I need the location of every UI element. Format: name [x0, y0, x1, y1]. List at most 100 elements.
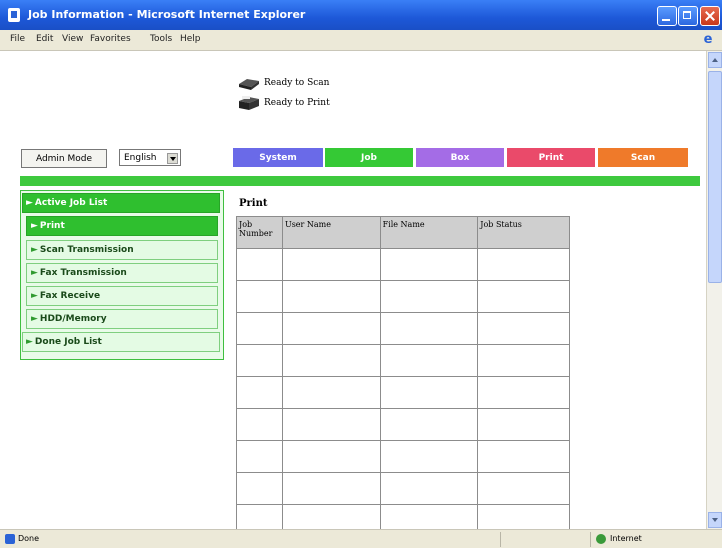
sidebar-item-label: HDD/Memory: [39, 314, 107, 324]
table-cell: [379, 312, 479, 345]
table-cell: [281, 472, 381, 505]
sidebar-item-scan-transmission[interactable]: ► Scan Transmission: [26, 240, 218, 260]
table-cell: [379, 248, 479, 281]
table-cell: [281, 440, 381, 473]
sidebar-item-done-job-list[interactable]: ► Done Job List: [22, 332, 220, 352]
menu-help[interactable]: Help: [180, 34, 201, 44]
sidebar-item-label: Print: [39, 221, 65, 231]
menu-view[interactable]: View: [62, 34, 83, 44]
status-divider: [590, 532, 591, 547]
sidebar-item-label: Fax Receive: [39, 291, 101, 301]
triangle-right-icon: ►: [31, 268, 38, 278]
browser-page-icon: [8, 8, 20, 22]
column-header-job-number: Job Number: [236, 216, 283, 249]
job-table-body: [236, 248, 570, 548]
table-cell: [477, 440, 570, 473]
sidebar-item-label: Scan Transmission: [39, 245, 134, 255]
internet-zone-icon: [596, 534, 606, 544]
language-select-value: English: [124, 152, 157, 163]
table-row: [236, 472, 570, 505]
scanner-status: Ready to Scan: [237, 74, 329, 92]
scroll-up-icon[interactable]: [708, 52, 722, 68]
printer-status-text: Ready to Print: [264, 98, 330, 108]
sidebar-item-label: Fax Transmission: [39, 268, 127, 278]
table-cell: [379, 376, 479, 409]
triangle-right-icon: ►: [31, 314, 38, 324]
table-cell: [477, 376, 570, 409]
menu-tools[interactable]: Tools: [150, 34, 172, 44]
tab-job[interactable]: Job: [325, 148, 413, 167]
status-text: Done: [18, 534, 40, 543]
menu-file[interactable]: File: [10, 34, 25, 44]
menu-edit[interactable]: Edit: [36, 34, 53, 44]
table-cell: [281, 344, 381, 377]
tab-scan[interactable]: Scan: [598, 148, 688, 167]
table-cell: [379, 440, 479, 473]
triangle-right-icon: ►: [31, 221, 38, 231]
table-cell: [236, 312, 283, 345]
tab-print[interactable]: Print: [507, 148, 595, 167]
table-cell: [281, 280, 381, 313]
table-cell: [236, 248, 283, 281]
table-cell: [236, 408, 283, 441]
triangle-right-icon: ►: [31, 291, 38, 301]
printer-icon: [239, 96, 259, 110]
minimize-button[interactable]: [657, 6, 677, 26]
table-header-row: Job Number User Name File Name Job Statu…: [236, 216, 570, 249]
table-cell: [236, 472, 283, 505]
title-bar: Job Information - Microsoft Internet Exp…: [0, 0, 722, 30]
language-select[interactable]: English: [119, 149, 181, 166]
menu-bar: File Edit View Favorites Tools Help e: [0, 30, 722, 51]
scrollbar-thumb[interactable]: [708, 71, 722, 283]
close-button[interactable]: [700, 6, 720, 26]
menu-favorites[interactable]: Favorites: [90, 34, 131, 44]
table-row: [236, 408, 570, 441]
maximize-button[interactable]: [678, 6, 698, 26]
table-cell: [477, 280, 570, 313]
section-divider-bar: [20, 176, 700, 186]
table-cell: [379, 344, 479, 377]
sidebar-item-fax-transmission[interactable]: ► Fax Transmission: [26, 263, 218, 283]
table-cell: [477, 408, 570, 441]
sidebar-item-hdd-memory[interactable]: ► HDD/Memory: [26, 309, 218, 329]
table-cell: [477, 312, 570, 345]
table-cell: [477, 344, 570, 377]
sidebar-item-label: Active Job List: [34, 198, 108, 208]
table-row: [236, 312, 570, 345]
table-cell: [281, 408, 381, 441]
security-zone-text: Internet: [610, 534, 642, 543]
sidebar-item-fax-receive[interactable]: ► Fax Receive: [26, 286, 218, 306]
table-row: [236, 344, 570, 377]
table-row: [236, 440, 570, 473]
chevron-down-icon: [167, 153, 178, 164]
column-header-file-name: File Name: [379, 216, 479, 249]
job-table: Job Number User Name File Name Job Statu…: [236, 216, 570, 548]
tab-system[interactable]: System: [233, 148, 323, 167]
sidebar-item-print[interactable]: ► Print: [26, 216, 218, 236]
page-content: Ready to Scan Ready to Print Admin Mode …: [0, 51, 706, 548]
scanner-icon: [239, 79, 259, 90]
table-cell: [236, 440, 283, 473]
vertical-scrollbar[interactable]: [706, 51, 722, 529]
printer-status: Ready to Print: [237, 94, 330, 112]
sidebar-item-label: Done Job List: [34, 337, 102, 347]
tab-box[interactable]: Box: [416, 148, 504, 167]
column-header-user-name: User Name: [281, 216, 381, 249]
scroll-down-icon[interactable]: [708, 512, 722, 528]
browser-window: Job Information - Microsoft Internet Exp…: [0, 0, 722, 548]
table-cell: [236, 344, 283, 377]
page-done-icon: [5, 534, 15, 544]
ie-logo-icon: e: [703, 32, 713, 47]
status-bar: Done Internet: [0, 529, 722, 548]
table-row: [236, 248, 570, 281]
triangle-right-icon: ►: [26, 198, 33, 208]
triangle-right-icon: ►: [26, 337, 33, 347]
table-cell: [477, 248, 570, 281]
triangle-right-icon: ►: [31, 245, 38, 255]
window-title: Job Information - Microsoft Internet Exp…: [28, 8, 306, 21]
admin-mode-button[interactable]: Admin Mode: [21, 149, 107, 168]
table-row: [236, 376, 570, 409]
sidebar-item-active-job-list[interactable]: ► Active Job List: [22, 193, 220, 213]
scanner-status-text: Ready to Scan: [264, 78, 330, 88]
table-cell: [379, 408, 479, 441]
